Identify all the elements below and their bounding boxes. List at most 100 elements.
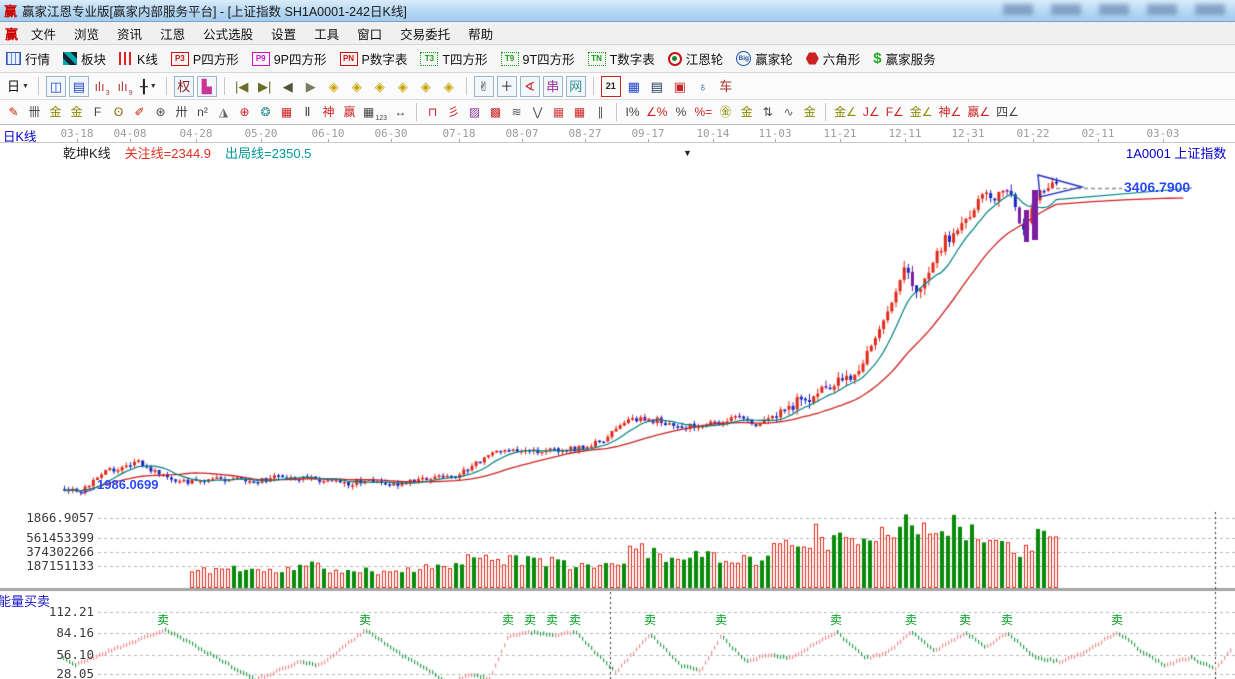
chart-layout-icon[interactable]: ◫ [45,75,66,97]
calendar-icon[interactable]: 21 [600,75,621,97]
toolbar-9t-square[interactable]: T9 9T四方形 [500,49,575,68]
toolbar-separator [465,77,467,95]
chart-canvas[interactable] [0,143,1235,679]
menu-0[interactable]: 文件 [22,26,65,44]
candle-style-icon[interactable]: ╂ ▼ [138,76,159,97]
grid-purple-icon[interactable]: ▨ [465,103,484,122]
send-web-icon[interactable]: ♁ [693,76,713,97]
color-histogram-icon[interactable]: ▙ [196,75,217,97]
hand-drag-icon[interactable]: ✌ [473,75,494,97]
kline-mark-icon[interactable]: Ⅱ [298,103,317,122]
bars-9-icon[interactable]: ılı 9 [115,76,135,97]
prev-page-icon[interactable]: ◀ [278,76,298,97]
gold-circle-icon[interactable]: ㊎ [716,103,735,122]
gold-lines-icon[interactable]: 金 [737,103,756,122]
wave-tool-icon[interactable]: ∿ [779,103,798,122]
gold-price-ruler-icon[interactable]: 金 [67,103,86,122]
compass-circle-icon[interactable]: ⊛ [151,103,170,122]
gold-angle-icon[interactable]: 金∠ [832,103,859,122]
toolbar-t-number-table[interactable]: TN T数字表 [587,49,655,68]
number-grid-icon[interactable]: ▦ 123 [361,103,389,122]
diamond-left-icon[interactable]: ◈ [324,76,344,97]
circle-cross-icon[interactable]: ⊕ [235,103,254,122]
square-flower-icon[interactable]: ▦ [277,103,296,122]
percent-angle-icon[interactable]: ∠% [644,103,669,122]
angle-measure-icon[interactable]: ∢ [519,75,540,97]
star-flower-icon[interactable]: ❂ [256,103,275,122]
menu-5[interactable]: 设置 [262,26,305,44]
bars-3-icon[interactable]: ılı 3 [92,76,112,97]
menu-7[interactable]: 窗口 [348,26,391,44]
shen-grid-icon[interactable]: 神 [319,103,338,122]
gann-shape-teal-icon[interactable]: 网 [565,75,586,97]
win-angle-icon[interactable]: 赢∠ [965,103,992,122]
diamond-vcompress-icon[interactable]: ◈ [439,76,459,97]
win-grid-icon[interactable]: 赢 [340,103,359,122]
toolbar-kline-chart[interactable]: K线 [119,49,158,68]
check-wave-icon[interactable]: ⋁ [528,103,547,122]
percent-ruler-icon[interactable]: Ι% [623,103,642,122]
grid-ruler-icon[interactable]: 卅 [172,103,191,122]
gold-angle-2-icon[interactable]: 金∠ [908,103,935,122]
spiral-tool-icon[interactable]: ʘ [109,103,128,122]
title-bar[interactable]: 赢 赢家江恩专业版[赢家内部服务平台] - [上证指数 SH1A0001-242… [0,0,1235,22]
fibonacci-ruler-icon[interactable]: F [88,103,107,122]
price-pen-icon[interactable]: ⇅ [758,103,777,122]
menu-9[interactable]: 帮助 [459,26,502,44]
percent-icon[interactable]: % [671,103,690,122]
toolbar-sector-blocks[interactable]: 板块 [63,49,106,68]
adjust-rights-icon[interactable]: 权 [173,75,194,97]
marker-pen-icon[interactable]: ✐ [130,103,149,122]
percent-line-icon[interactable]: %= [692,103,714,122]
info-list-icon[interactable]: ▤ [68,75,89,97]
menu-6[interactable]: 工具 [305,26,348,44]
trade-cart-icon[interactable]: 车 [716,76,736,97]
diamond-hcompress-icon[interactable]: ◈ [393,76,413,97]
period-day-icon[interactable]: 日 ▼ [5,76,31,97]
ray-fan-icon[interactable]: 彡 [444,103,463,122]
n-square-icon[interactable]: n² [193,103,212,122]
first-page-icon[interactable]: |◀ [232,76,252,97]
menu-8[interactable]: 交易委托 [391,26,459,44]
diamond-vexpand-icon[interactable]: ◈ [416,76,436,97]
time-ruler-icon[interactable]: 卌 [25,103,44,122]
box-tool-icon[interactable]: ⊓ [423,103,442,122]
notes-icon[interactable]: ▤ [647,76,667,97]
timeline-axis[interactable]: 日K线 03-18 04-08 04-28 05-20 06-10 06-30 07-18 0… [0,125,1235,144]
width-ruler-icon[interactable]: ↔ [391,103,410,122]
four-angle-icon[interactable]: 四∠ [994,103,1021,122]
shen-angle-icon[interactable]: 神∠ [937,103,964,122]
toolbar-hexagon[interactable]: 六角形 [805,49,860,68]
calculator-icon[interactable]: ▦ [624,76,644,97]
toolbar-9p-square[interactable]: P9 9P四方形 [251,49,327,68]
menu-2[interactable]: 资讯 [108,26,151,44]
toolbar-t-square[interactable]: T3 T四方形 [420,49,488,68]
toolbar-p-square[interactable]: P3 P四方形 [170,49,239,68]
grid-arrow-icon[interactable]: ▦ [570,103,589,122]
diamond-right-icon[interactable]: ◈ [347,76,367,97]
gann-shape-purple-icon[interactable]: 串 [542,75,563,97]
menu-1[interactable]: 浏览 [65,26,108,44]
toolbar-market-quotes[interactable]: 行情 [6,49,50,68]
grid-red-icon[interactable]: ▩ [486,103,505,122]
gold-bands-icon[interactable]: 金 [800,103,819,122]
trend-rays-icon[interactable]: ≋ [507,103,526,122]
save-icon[interactable]: ▣ [670,76,690,97]
menu-3[interactable]: 江恩 [151,26,194,44]
last-page-icon[interactable]: ▶| [255,76,275,97]
j-angle-icon[interactable]: J∠ [861,103,882,122]
toolbar-winner-service[interactable]: $ 赢家服务 [873,49,935,68]
grid-cross-icon[interactable]: ▦ [549,103,568,122]
toolbar-p-number-table[interactable]: PN P数字表 [339,49,407,68]
crosshair-icon[interactable]: ＋ [496,75,517,97]
next-page-icon[interactable]: ▶ [301,76,321,97]
menu-4[interactable]: 公式选股 [194,26,262,44]
diamond-hexpand-icon[interactable]: ◈ [370,76,390,97]
draw-pen-icon[interactable]: ✎ [4,103,23,122]
toolbar-gann-wheel[interactable]: 江恩轮 [667,49,723,68]
toolbar-winner-wheel[interactable]: Big 赢家轮 [736,49,793,68]
f-angle-icon[interactable]: F∠ [884,103,906,122]
parallel-lines-icon[interactable]: ∥ [591,103,610,122]
gold-ratio-ruler-icon[interactable]: 金 [46,103,65,122]
angle-fan-icon[interactable]: ◮ [214,103,233,122]
